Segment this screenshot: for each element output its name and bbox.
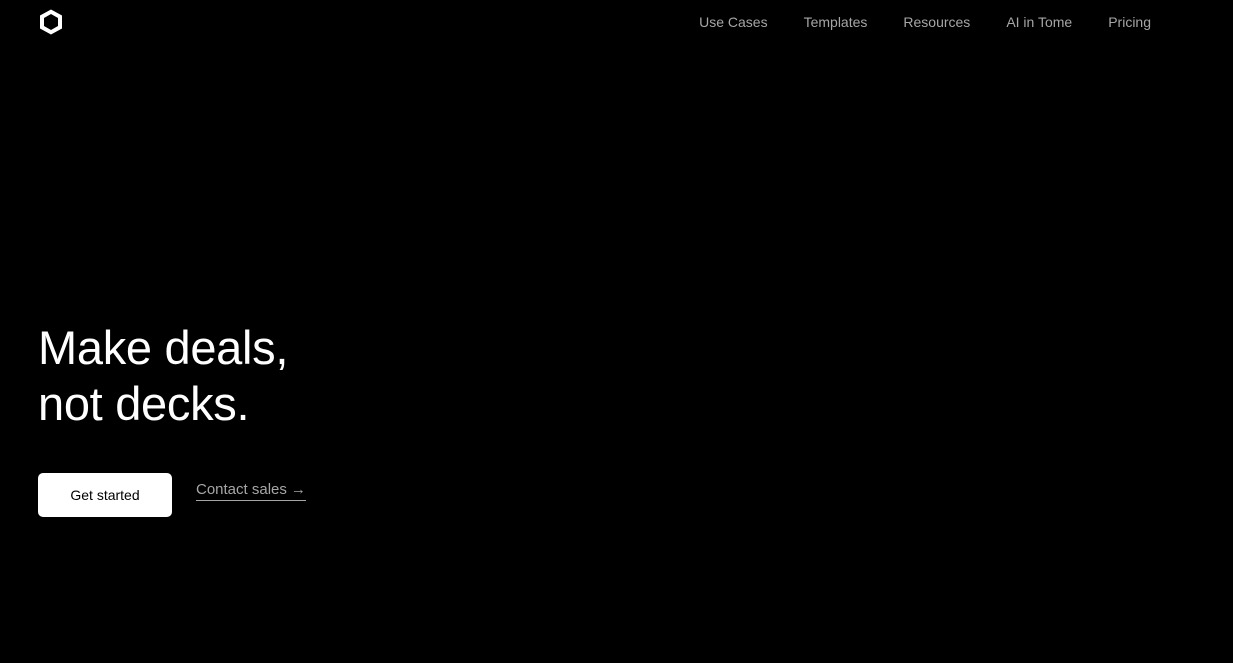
cta-row: Get started Contact sales → (38, 473, 306, 517)
hero-headline-line-1: Make deals, (38, 321, 289, 374)
nav-item-resources[interactable]: Resources (903, 13, 970, 31)
hero-headline: Make deals, not decks. (38, 320, 638, 432)
contact-sales-link[interactable]: Contact sales → (196, 481, 306, 501)
nav-item-ai-in-tome[interactable]: AI in Tome (1006, 13, 1072, 31)
top-navigation: Use Cases Templates Resources AI in Tome… (699, 13, 1151, 31)
nav-item-use-cases[interactable]: Use Cases (699, 13, 767, 31)
nav-item-pricing[interactable]: Pricing (1108, 13, 1151, 31)
nav-item-templates[interactable]: Templates (804, 13, 868, 31)
get-started-button[interactable]: Get started (38, 473, 172, 517)
home-logo-link[interactable] (37, 8, 65, 36)
hexagon-logo-icon (40, 9, 62, 35)
hero-headline-line-2: not decks. (38, 377, 250, 430)
arrow-right-icon: → (290, 480, 306, 498)
contact-sales-label: Contact sales (196, 480, 287, 498)
